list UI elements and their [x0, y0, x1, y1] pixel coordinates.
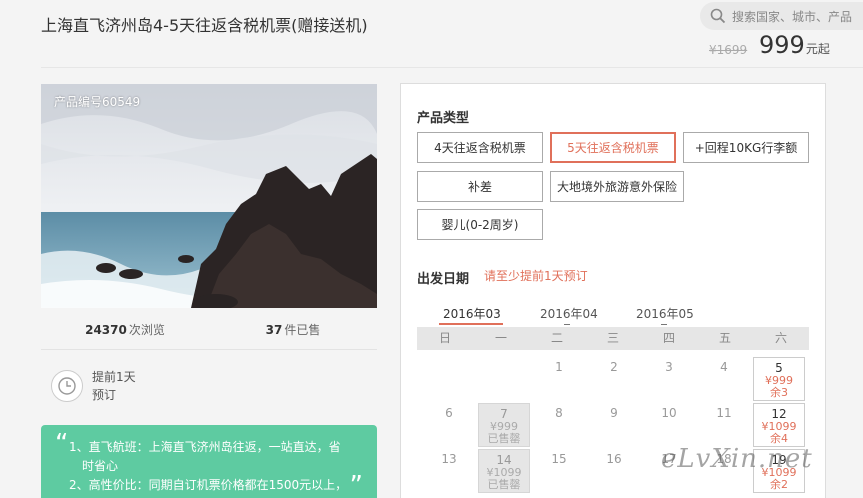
price-value: 999: [759, 31, 805, 59]
option-luggage[interactable]: +回程10KG行李额: [683, 132, 809, 163]
sold-label: 件已售: [284, 323, 321, 337]
day-number: 16: [606, 452, 622, 466]
calendar-day: [478, 357, 530, 401]
month-tick: [564, 324, 570, 325]
clock-icon: [51, 370, 83, 402]
sold-count: 37: [265, 323, 283, 337]
day-stock: 已售罄: [487, 432, 521, 445]
weekday-wed: 三: [606, 331, 619, 345]
sold-stat: 37 件已售: [209, 321, 377, 338]
calendar-day: 16: [588, 449, 640, 493]
calendar-day: 9: [588, 403, 640, 447]
weekday-tue: 二: [550, 331, 563, 345]
quote-open-icon: “: [55, 429, 69, 459]
weekday-sat: 六: [774, 331, 787, 345]
calendar-day: 6: [423, 403, 475, 447]
advance-booking: 提前1天 预订: [51, 368, 136, 404]
day-number: 6: [445, 406, 453, 420]
calendar-day: 4: [698, 357, 750, 401]
search-icon: [710, 8, 726, 24]
calendar-day: 8: [533, 403, 585, 447]
original-price: ¥1699: [709, 43, 748, 57]
product-code: 产品编号60549: [54, 95, 141, 109]
views-count: 24370: [85, 323, 127, 337]
highlight-line-3: 2、高性价比：同期自订机票价格都在1500元以上，: [69, 478, 348, 492]
price-unit: 元起: [805, 42, 830, 56]
day-number: 1: [555, 360, 563, 374]
advance-line-1: 提前1天: [92, 370, 136, 384]
product-stats: 24370 次浏览 37 件已售: [41, 310, 377, 350]
day-number: 4: [720, 360, 728, 374]
calendar-day-priced[interactable]: 12 ¥1099 余4: [753, 403, 805, 447]
calendar-day: 10: [643, 403, 695, 447]
active-month-underline: [439, 323, 503, 325]
calendar-day-priced: 7 ¥999 已售罄: [478, 403, 530, 447]
views-stat: 24370 次浏览: [41, 321, 209, 338]
views-label: 次浏览: [128, 323, 165, 337]
departure-hint: 请至少提前1天预订: [484, 269, 588, 283]
search-box[interactable]: 搜索国家、城市、产品: [700, 2, 863, 30]
day-number: 7: [500, 407, 508, 421]
month-tick: [661, 324, 667, 325]
option-4day[interactable]: 4天往返含税机票: [417, 132, 543, 163]
option-5day[interactable]: 5天往返含税机票: [550, 132, 676, 163]
option-infant[interactable]: 婴儿(0-2周岁): [417, 209, 543, 240]
day-stock: 余3: [770, 386, 788, 399]
highlight-line-2: 时省心: [82, 459, 119, 473]
day-number: 15: [551, 452, 567, 466]
booking-panel: 产品类型 4天往返含税机票 5天往返含税机票 +回程10KG行李额 补差 大地境…: [400, 83, 826, 498]
day-number: 14: [496, 453, 512, 467]
weekday-header: 日 一 二 三 四 五 六: [417, 327, 809, 350]
watermark: eLvXin.net: [661, 444, 813, 474]
day-number: 8: [555, 406, 563, 420]
calendar-day-priced[interactable]: 5 ¥999 余3: [753, 357, 805, 401]
weekday-mon: 一: [494, 331, 507, 345]
product-type-title: 产品类型: [417, 111, 470, 126]
tab-month-2016-05[interactable]: 2016年05: [636, 305, 694, 322]
calendar-day: 15: [533, 449, 585, 493]
day-number: 11: [716, 406, 732, 420]
day-number: 9: [610, 406, 618, 420]
calendar-day: 3: [643, 357, 695, 401]
search-input[interactable]: 搜索国家、城市、产品: [732, 8, 852, 25]
day-stock: 已售罄: [487, 478, 521, 491]
advance-line-2: 预订: [92, 388, 117, 402]
tab-month-2016-04[interactable]: 2016年04: [540, 305, 598, 322]
weekday-thu: 四: [662, 331, 675, 345]
option-insurance[interactable]: 大地境外旅游意外保险: [550, 171, 684, 202]
tab-month-2016-03[interactable]: 2016年03: [443, 305, 501, 322]
day-number: 5: [775, 361, 783, 375]
highlight-line-1: 1、直飞航班：上海直飞济州岛往返，一站直达，省: [69, 440, 341, 454]
calendar-day: [423, 357, 475, 401]
quote-close-icon: ”: [349, 471, 363, 498]
header-divider: [41, 67, 863, 68]
day-number: 10: [661, 406, 677, 420]
current-price: 999元起: [759, 31, 830, 59]
weekday-fri: 五: [718, 331, 731, 345]
product-photo[interactable]: 产品编号60549: [41, 84, 377, 308]
day-number: 13: [441, 452, 457, 466]
day-stock: 余2: [770, 478, 788, 491]
page-title: 上海直飞济州岛4-5天往返含税机票(赠接送机): [41, 16, 368, 35]
departure-title: 出发日期: [417, 272, 470, 287]
calendar-day-priced: 14 ¥1099 已售罄: [478, 449, 530, 493]
day-number: 12: [771, 407, 787, 421]
option-supplement[interactable]: 补差: [417, 171, 543, 202]
calendar-day: 11: [698, 403, 750, 447]
calendar-day: 2: [588, 357, 640, 401]
calendar-day: 13: [423, 449, 475, 493]
calendar-day: 1: [533, 357, 585, 401]
day-number: 2: [610, 360, 618, 374]
product-highlights: “ 1、直飞航班：上海直飞济州岛往返，一站直达，省 时省心 2、高性价比：同期自…: [41, 425, 377, 498]
day-number: 3: [665, 360, 673, 374]
weekday-sun: 日: [438, 331, 451, 345]
